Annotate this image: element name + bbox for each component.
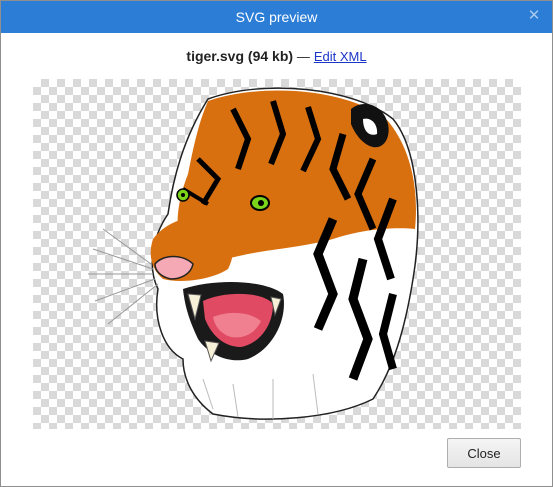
file-header: tiger.svg (94 kb) — Edit XML — [1, 48, 552, 68]
dialog-title: SVG preview — [235, 9, 318, 25]
close-icon[interactable]: ✕ — [526, 8, 542, 24]
svg-preview-dialog: SVG preview ✕ tiger.svg (94 kb) — Edit X… — [0, 0, 553, 487]
edit-xml-link[interactable]: Edit XML — [314, 49, 367, 64]
file-name: tiger.svg — [186, 48, 245, 64]
separator: — — [296, 49, 310, 64]
tiger-image — [88, 87, 419, 420]
svg-preview-area — [33, 79, 521, 429]
file-size: (94 kb) — [247, 48, 294, 64]
dialog-titlebar: SVG preview ✕ — [1, 1, 552, 33]
close-button[interactable]: Close — [447, 438, 521, 468]
